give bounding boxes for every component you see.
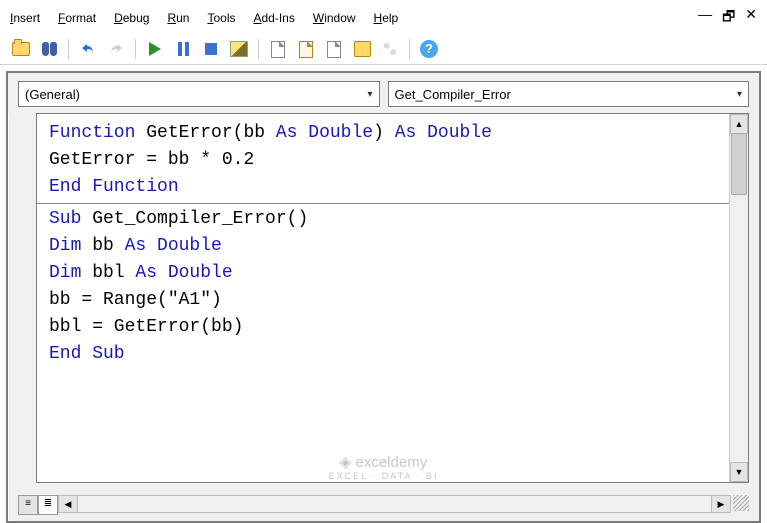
procedure-view-button[interactable]: ≡ <box>18 495 38 515</box>
toolbox-button[interactable] <box>351 38 373 60</box>
scroll-down-icon[interactable]: ▼ <box>730 462 748 482</box>
menu-help[interactable]: Help <box>374 11 399 25</box>
break-button[interactable] <box>172 38 194 60</box>
horizontal-scrollbar[interactable]: ◀ ▶ <box>58 495 731 513</box>
chevron-down-icon: ▾ <box>737 89 742 100</box>
menu-addins[interactable]: Add-Ins <box>253 11 294 25</box>
separator <box>135 39 136 59</box>
find-button[interactable] <box>38 38 60 60</box>
project-explorer-button[interactable] <box>267 38 289 60</box>
scroll-thumb[interactable] <box>731 133 747 195</box>
code-pane: Function GetError(bb As Double) As Doubl… <box>36 113 749 483</box>
run-button[interactable] <box>144 38 166 60</box>
tools-button[interactable] <box>379 38 401 60</box>
scroll-right-icon[interactable]: ▶ <box>711 496 730 512</box>
restore-icon[interactable]: 🗗 <box>722 6 735 30</box>
vertical-scrollbar[interactable]: ▲ ▼ <box>729 114 748 482</box>
resize-grip-icon[interactable] <box>733 495 749 511</box>
separator <box>258 39 259 59</box>
minimize-icon[interactable]: — <box>698 6 712 30</box>
help-button[interactable]: ? <box>418 38 440 60</box>
separator <box>409 39 410 59</box>
procedure-separator <box>37 203 749 204</box>
chevron-down-icon: ▾ <box>367 89 372 100</box>
menu-window[interactable]: Window <box>313 11 356 25</box>
properties-button[interactable] <box>295 38 317 60</box>
insert-module-button[interactable] <box>10 38 32 60</box>
scroll-left-icon[interactable]: ◀ <box>59 496 78 512</box>
menu-format[interactable]: Format <box>58 11 96 25</box>
code-editor[interactable]: Function GetError(bb As Double) As Doubl… <box>37 114 748 374</box>
close-icon[interactable]: ✕ <box>745 6 757 30</box>
menu-debug[interactable]: Debug <box>114 11 149 25</box>
design-mode-button[interactable] <box>228 38 250 60</box>
menubar: Insert Format Debug Run Tools Add-Ins Wi… <box>0 0 767 34</box>
toolbar: ? <box>0 34 767 65</box>
redo-button[interactable] <box>105 38 127 60</box>
procedure-dropdown[interactable]: Get_Compiler_Error ▾ <box>388 81 750 107</box>
menu-run[interactable]: Run <box>167 11 189 25</box>
object-browser-button[interactable] <box>323 38 345 60</box>
object-dropdown-value: (General) <box>25 87 80 102</box>
scroll-up-icon[interactable]: ▲ <box>730 114 748 134</box>
undo-button[interactable] <box>77 38 99 60</box>
menu-insert[interactable]: Insert <box>10 11 40 25</box>
window-controls: — 🗗 ✕ <box>698 6 757 30</box>
reset-button[interactable] <box>200 38 222 60</box>
procedure-dropdown-value: Get_Compiler_Error <box>395 87 511 102</box>
separator <box>68 39 69 59</box>
menu-tools[interactable]: Tools <box>207 11 235 25</box>
code-window: (General) ▾ Get_Compiler_Error ▾ Functio… <box>6 71 761 523</box>
object-dropdown[interactable]: (General) ▾ <box>18 81 380 107</box>
full-module-view-button[interactable]: ≣ <box>38 495 58 515</box>
